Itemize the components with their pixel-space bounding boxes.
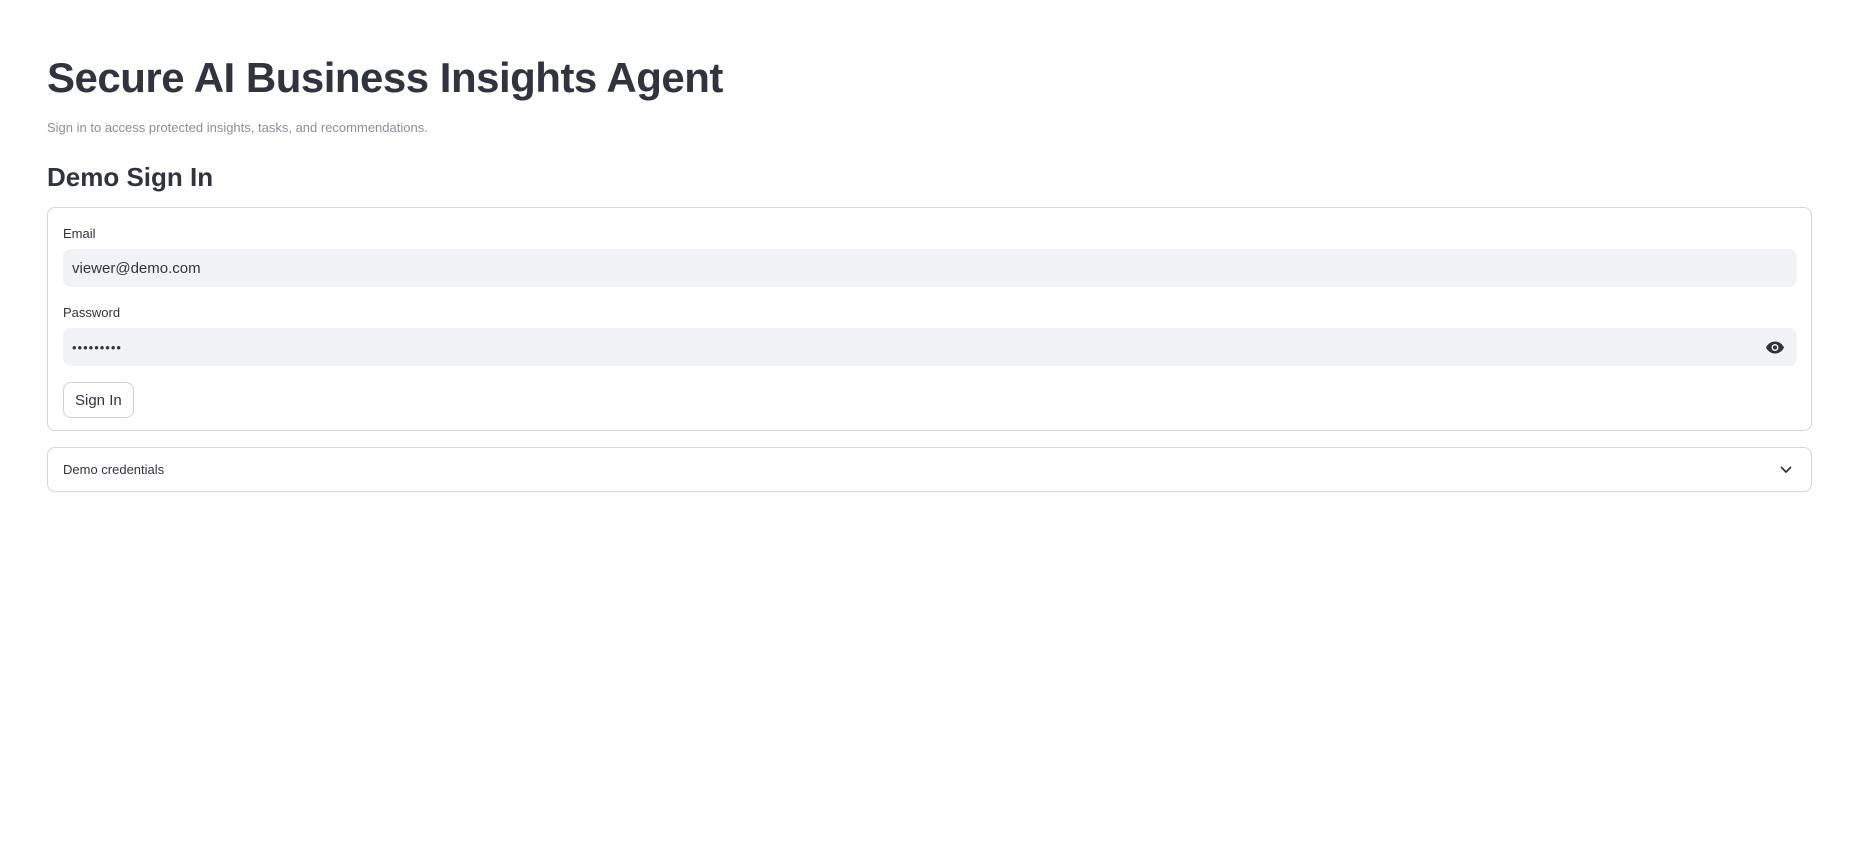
demo-credentials-expander[interactable]: Demo credentials <box>47 447 1812 492</box>
app-page: Secure AI Business Insights Agent Sign i… <box>0 0 1861 841</box>
expander-label: Demo credentials <box>63 462 165 477</box>
chevron-down-icon <box>1779 463 1793 477</box>
email-field[interactable] <box>63 249 1797 287</box>
email-field-container <box>63 249 1797 287</box>
password-label: Password <box>63 305 121 320</box>
password-field[interactable] <box>63 328 1797 366</box>
signin-form: Email Password Sign In <box>47 207 1812 431</box>
email-label: Email <box>63 226 96 241</box>
chevron-down-glyph <box>1780 466 1792 473</box>
eye-icon-glyph <box>1766 341 1784 353</box>
signin-button[interactable]: Sign In <box>63 382 134 418</box>
page-caption: Sign in to access protected insights, ta… <box>47 120 428 135</box>
signin-section-title: Demo Sign In <box>47 162 214 192</box>
page-title: Secure AI Business Insights Agent <box>47 54 723 101</box>
eye-icon[interactable] <box>1764 337 1786 357</box>
password-field-container <box>63 328 1797 366</box>
